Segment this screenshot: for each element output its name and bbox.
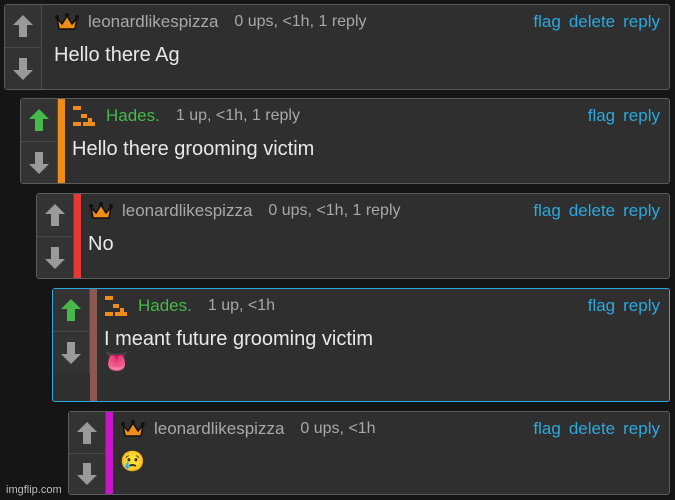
arrow-down-icon	[61, 341, 81, 364]
comment-body: leonardlikespizza 0 ups, <1h flag delete…	[113, 412, 669, 494]
reply-depth-bar	[74, 194, 81, 278]
username[interactable]: Hades.	[138, 296, 192, 316]
comment-header: Hades. 1 up, <1h, 1 reply	[72, 99, 659, 133]
arrow-down-icon	[77, 463, 97, 485]
delete-link[interactable]: delete	[569, 12, 615, 32]
reply-link[interactable]: reply	[623, 419, 660, 439]
username[interactable]: leonardlikespizza	[122, 201, 252, 221]
vote-column	[53, 289, 90, 373]
arrow-down-icon	[13, 57, 33, 80]
comment: leonardlikespizza 0 ups, <1h flag delete…	[68, 411, 670, 495]
comment-meta: 1 up, <1h	[207, 297, 276, 314]
upvote-button[interactable]	[37, 194, 73, 236]
comment-body: leonardlikespizza 0 ups, <1h, 1 reply fl…	[42, 5, 669, 89]
comment-actions: flag delete reply	[533, 12, 660, 32]
comment-text: 😢	[120, 451, 145, 473]
downvote-button[interactable]	[5, 47, 41, 89]
vote-column	[21, 99, 58, 183]
crown-icon[interactable]	[120, 418, 146, 440]
comment-actions: flag reply	[588, 106, 660, 126]
comment-actions: flag delete reply	[533, 201, 660, 221]
pixel-glyph-icon[interactable]	[104, 295, 130, 317]
downvote-button[interactable]	[69, 453, 105, 494]
flag-link[interactable]: flag	[533, 201, 560, 221]
upvote-button[interactable]	[5, 5, 41, 47]
reply-link[interactable]: reply	[623, 201, 660, 221]
vote-column	[5, 5, 42, 89]
flag-link[interactable]: flag	[588, 106, 615, 126]
reply-link[interactable]: reply	[623, 12, 660, 32]
comment: leonardlikespizza 0 ups, <1h, 1 reply fl…	[4, 4, 670, 90]
arrow-up-icon	[29, 109, 49, 131]
tongue-emoji: 👅	[104, 351, 129, 373]
comment-meta: 0 ups, <1h, 1 reply	[234, 13, 367, 30]
watermark: imgflip.com	[6, 484, 62, 496]
delete-link[interactable]: delete	[569, 419, 615, 439]
comment: leonardlikespizza 0 ups, <1h, 1 reply fl…	[36, 193, 670, 279]
comment-actions: flag delete reply	[533, 419, 660, 439]
arrow-up-icon	[13, 15, 33, 37]
crown-icon[interactable]	[54, 11, 80, 33]
comment-text: I meant future grooming victim	[104, 328, 373, 350]
arrow-up-icon	[45, 204, 65, 226]
username[interactable]: Hades.	[106, 106, 160, 126]
comment: Hades. 1 up, <1h, 1 reply flag reply Hel…	[20, 98, 670, 184]
flag-link[interactable]: flag	[533, 12, 560, 32]
upvote-button[interactable]	[21, 99, 57, 141]
upvote-button[interactable]	[53, 289, 89, 331]
flag-link[interactable]: flag	[533, 419, 560, 439]
reply-depth-bar	[90, 289, 97, 401]
arrow-up-icon	[61, 299, 81, 321]
arrow-down-icon	[45, 246, 65, 269]
comment-actions: flag reply	[588, 296, 660, 316]
comment-header: Hades. 1 up, <1h	[104, 289, 659, 323]
vote-column	[37, 194, 74, 278]
username[interactable]: leonardlikespizza	[154, 419, 284, 439]
reply-depth-bar	[58, 99, 65, 183]
upvote-button[interactable]	[69, 412, 105, 453]
arrow-up-icon	[77, 421, 97, 444]
delete-link[interactable]: delete	[569, 201, 615, 221]
downvote-button[interactable]	[21, 141, 57, 183]
downvote-button[interactable]	[37, 236, 73, 278]
username[interactable]: leonardlikespizza	[88, 12, 218, 32]
comment-body: Hades. 1 up, <1h flag reply I meant futu…	[97, 289, 669, 401]
comment-text: Hello there Ag	[54, 44, 180, 66]
comment-highlighted: Hades. 1 up, <1h flag reply I meant futu…	[52, 288, 670, 402]
pixel-glyph-icon[interactable]	[72, 105, 98, 127]
comment-text: Hello there grooming victim	[72, 138, 315, 160]
reply-depth-bar	[106, 412, 113, 494]
vote-column	[69, 412, 106, 494]
downvote-button[interactable]	[53, 331, 89, 373]
comment-body: Hades. 1 up, <1h, 1 reply flag reply Hel…	[65, 99, 669, 183]
reply-link[interactable]: reply	[623, 296, 660, 316]
comment-thread: leonardlikespizza 0 ups, <1h, 1 reply fl…	[0, 0, 675, 500]
comment-meta: 0 ups, <1h	[300, 420, 376, 437]
comment-text: No	[88, 233, 114, 255]
comment-meta: 1 up, <1h, 1 reply	[175, 107, 300, 124]
flag-link[interactable]: flag	[588, 296, 615, 316]
comment-body: leonardlikespizza 0 ups, <1h, 1 reply fl…	[81, 194, 669, 278]
comment-meta: 0 ups, <1h, 1 reply	[268, 202, 401, 219]
reply-link[interactable]: reply	[623, 106, 660, 126]
arrow-down-icon	[29, 151, 49, 174]
crown-icon[interactable]	[88, 200, 114, 222]
